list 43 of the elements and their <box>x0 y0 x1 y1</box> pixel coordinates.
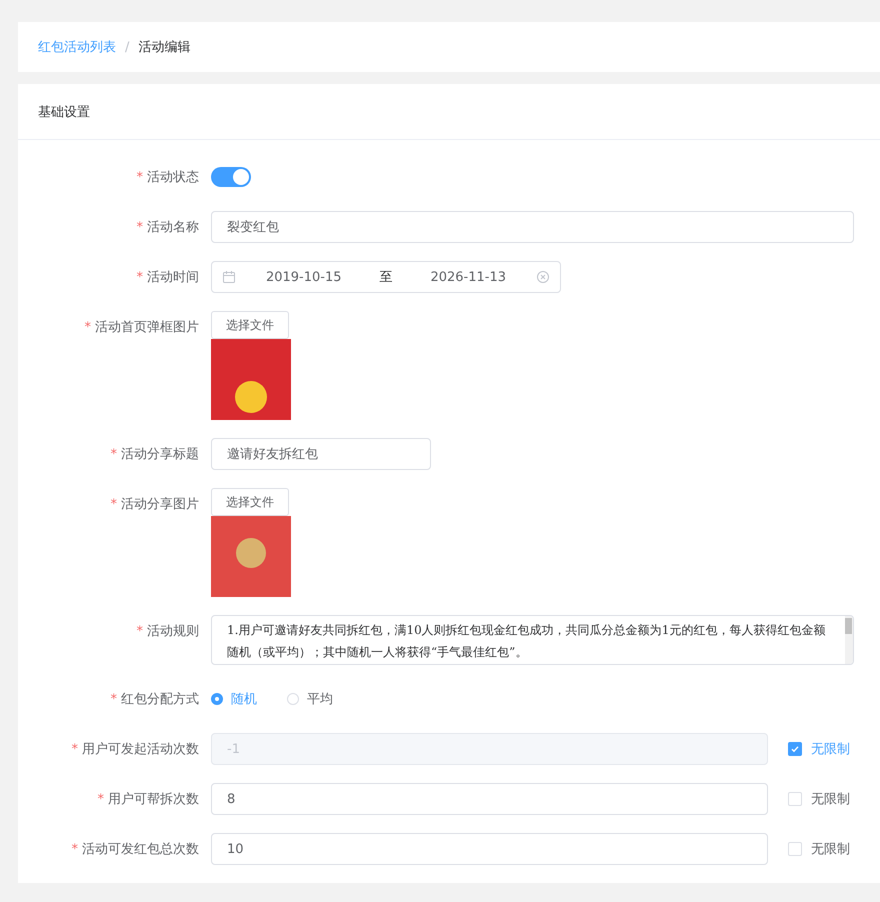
breadcrumb-separator: / <box>125 40 130 54</box>
number-field[interactable]: 10 <box>211 833 768 865</box>
required-mark: * <box>136 170 143 184</box>
required-mark: * <box>98 792 104 806</box>
unlimited-checkbox[interactable]: 无限制 <box>788 840 854 858</box>
required-mark: * <box>72 742 78 756</box>
field-label: 活动首页弹框图片 <box>95 319 199 336</box>
clear-icon <box>536 270 550 284</box>
choose-file-button[interactable]: 选择文件 <box>211 488 289 516</box>
rules-textarea[interactable]: 1.用户可邀请好友共同拆红包，满10人则拆红包现金红包成功，共同瓜分总金额为1元的红包，每人获得红包金额随机（或平均）；其中随机一人将获得“手气最佳红包”。 <box>211 615 854 665</box>
required-mark: * <box>110 496 117 512</box>
text-field[interactable]: 裂变红包 <box>211 211 854 243</box>
field-label: 用户可发起活动次数 <box>82 741 199 758</box>
field-label: 活动名称 <box>147 219 199 236</box>
range-separator: 至 <box>378 269 394 286</box>
required-mark: * <box>136 624 143 638</box>
required-mark: * <box>84 320 91 334</box>
choose-file-button[interactable]: 选择文件 <box>211 311 289 339</box>
radio-option[interactable]: 平均 <box>287 690 333 708</box>
required-mark: * <box>110 692 117 706</box>
field-label: 用户可帮拆次数 <box>108 791 199 808</box>
number-field[interactable]: 8 <box>211 783 768 815</box>
unlimited-checkbox[interactable]: 无限制 <box>788 790 854 808</box>
required-mark: * <box>110 446 117 462</box>
end-date: 2026-11-13 <box>429 270 508 284</box>
field-label: 活动规则 <box>147 623 199 640</box>
field-label: 活动状态 <box>147 169 199 186</box>
field-label: 活动分享图片 <box>121 496 199 513</box>
required-mark: * <box>72 842 78 856</box>
text-field[interactable]: 邀请好友拆红包 <box>211 438 431 470</box>
breadcrumb-current: 活动编辑 <box>138 39 190 56</box>
date-range-field[interactable]: 2019-10-15 至 2026-11-13 <box>211 261 561 293</box>
field-label: 活动分享标题 <box>121 446 199 463</box>
section-title: 基础设置 <box>38 104 90 120</box>
required-mark: * <box>136 220 143 234</box>
required-mark: * <box>136 270 143 284</box>
field-label: 活动可发红包总次数 <box>82 841 199 858</box>
start-date: 2019-10-15 <box>264 270 343 284</box>
calendar-icon <box>222 270 236 284</box>
field-label: 红包分配方式 <box>121 691 199 708</box>
toggle-switch[interactable] <box>211 167 251 187</box>
scrollbar[interactable] <box>845 616 853 664</box>
field-label: 活动时间 <box>147 269 199 286</box>
